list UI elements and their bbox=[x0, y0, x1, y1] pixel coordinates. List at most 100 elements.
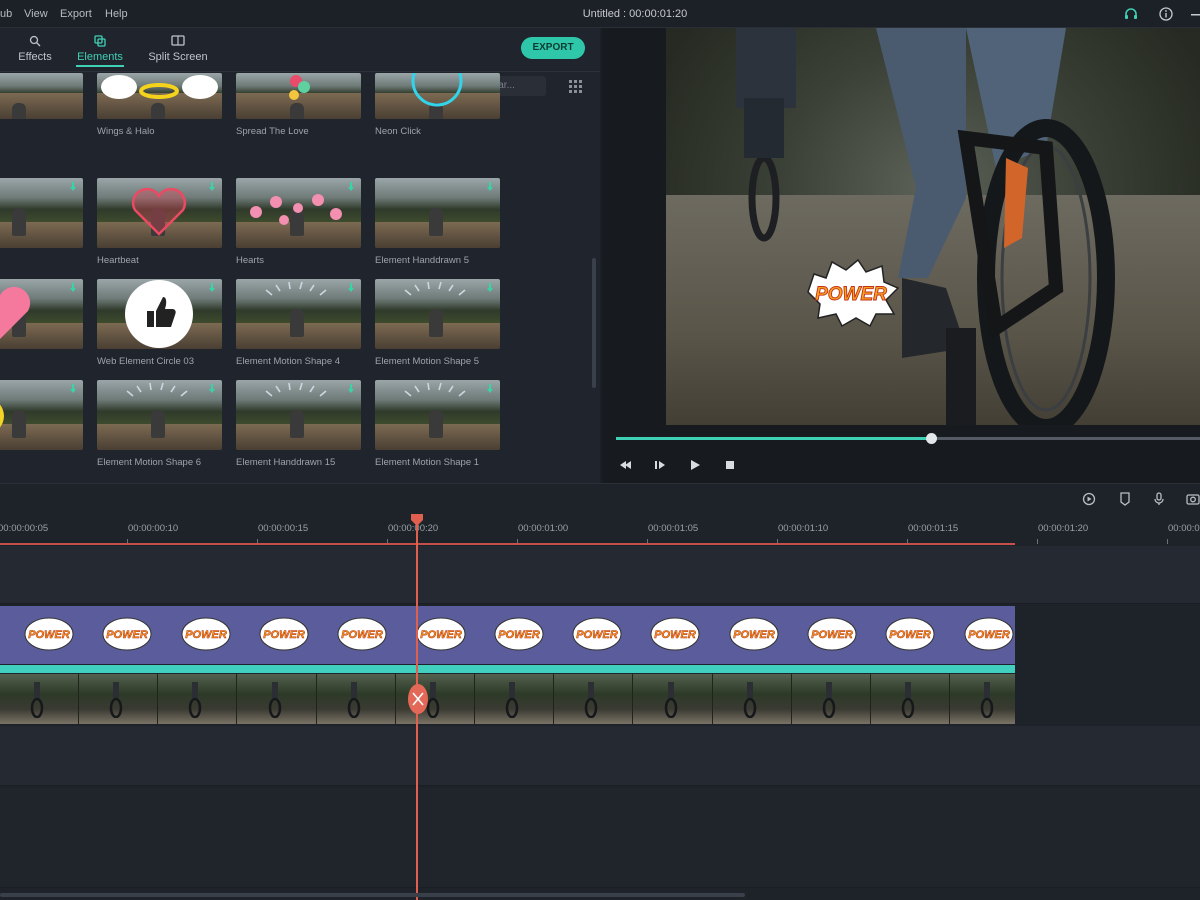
play-icon[interactable] bbox=[689, 459, 701, 471]
download-icon[interactable] bbox=[208, 283, 216, 293]
info-icon[interactable] bbox=[1159, 7, 1173, 21]
video-frame bbox=[713, 674, 792, 724]
download-icon[interactable] bbox=[347, 182, 355, 192]
microphone-icon[interactable] bbox=[1152, 492, 1166, 506]
element-thumbnail[interactable] bbox=[375, 178, 500, 248]
download-icon[interactable] bbox=[347, 384, 355, 394]
frame-rider bbox=[664, 682, 677, 718]
power-sticker-frame-text: POWER bbox=[420, 629, 462, 641]
work-area-line bbox=[0, 543, 1015, 545]
headset-icon[interactable] bbox=[1124, 7, 1138, 21]
menu-export[interactable]: Export bbox=[60, 8, 92, 20]
element-caption: Heartbeat bbox=[97, 255, 139, 266]
element-overlay bbox=[265, 382, 327, 397]
playhead-handle[interactable] bbox=[411, 514, 423, 526]
rewind-icon[interactable] bbox=[620, 459, 632, 471]
element-thumbnail[interactable] bbox=[236, 380, 361, 450]
timeline-panel: 00:00:00:05 00:00:00:10 00:00:00:15 00:00:0… bbox=[0, 483, 1200, 900]
panel-tabs: Effects Elements Split Screen EXPORT bbox=[0, 28, 600, 72]
frame-rider bbox=[585, 682, 598, 718]
element-thumbnail[interactable] bbox=[0, 279, 83, 349]
power-sticker-frame: POWER bbox=[964, 617, 1014, 651]
element-thumbnail[interactable] bbox=[236, 279, 361, 349]
tab-split-screen[interactable]: Split Screen bbox=[138, 33, 218, 67]
download-icon[interactable] bbox=[347, 283, 355, 293]
power-sticker-frame-text: POWER bbox=[263, 629, 305, 641]
video-frame bbox=[475, 674, 555, 724]
timecode-label: 00:00:01:20 bbox=[1038, 523, 1089, 534]
power-sticker[interactable]: POWER bbox=[802, 256, 900, 328]
power-sticker-frame-text: POWER bbox=[28, 629, 70, 641]
download-icon[interactable] bbox=[486, 283, 494, 293]
element-thumbnail[interactable] bbox=[97, 279, 222, 349]
element-caption: Neon Click bbox=[375, 126, 421, 137]
download-icon[interactable] bbox=[69, 384, 77, 394]
download-icon[interactable] bbox=[208, 384, 216, 394]
element-overlay bbox=[101, 75, 218, 99]
preview-progress-knob[interactable] bbox=[926, 433, 938, 444]
frame-rider bbox=[822, 682, 836, 718]
element-thumbnail[interactable] bbox=[375, 73, 500, 119]
preview-progress-bar[interactable] bbox=[616, 433, 1200, 444]
track-empty-bottom bbox=[0, 788, 1200, 888]
element-thumbnail[interactable] bbox=[0, 178, 83, 248]
marker-icon[interactable] bbox=[1118, 492, 1132, 506]
element-thumbnail[interactable] bbox=[97, 178, 222, 248]
timecode-label: 00:00:00:05 bbox=[0, 523, 49, 534]
timeline-scrollbar[interactable] bbox=[0, 893, 745, 897]
element-overlay bbox=[250, 194, 342, 225]
timeline-ruler[interactable]: 00:00:00:05 00:00:00:10 00:00:00:15 00:00:0… bbox=[0, 514, 1200, 544]
element-overlay bbox=[131, 187, 187, 236]
video-frame bbox=[871, 674, 951, 724]
element-overlay bbox=[126, 382, 188, 397]
timecode-label: 00:00:02:0 bbox=[1168, 523, 1200, 534]
download-icon[interactable] bbox=[208, 182, 216, 192]
stop-icon[interactable] bbox=[724, 459, 736, 471]
element-overlay bbox=[411, 73, 463, 107]
element-thumbnail[interactable] bbox=[236, 178, 361, 248]
power-sticker-text: POWER bbox=[815, 284, 887, 305]
frame-rider bbox=[901, 682, 915, 718]
video-frame bbox=[950, 674, 1015, 724]
menu-help[interactable]: Help bbox=[105, 8, 128, 20]
video-frame bbox=[792, 674, 871, 724]
power-sticker-frame: POWER bbox=[24, 617, 74, 651]
power-sticker-frame-text: POWER bbox=[811, 629, 853, 641]
element-thumbnail[interactable] bbox=[375, 279, 500, 349]
video-frame bbox=[317, 674, 396, 724]
elements-icon bbox=[94, 35, 106, 47]
grid-view-icon[interactable] bbox=[569, 80, 582, 93]
elements-scrollbar[interactable] bbox=[592, 258, 596, 388]
menu-file[interactable]: ub bbox=[0, 8, 12, 20]
minimize-icon[interactable] bbox=[1190, 7, 1200, 21]
power-sticker-frame: POWER bbox=[102, 617, 152, 651]
power-sticker-frame: POWER bbox=[181, 617, 231, 651]
element-thumbnail[interactable] bbox=[97, 73, 222, 119]
element-thumbnail[interactable] bbox=[375, 380, 500, 450]
element-thumbnail[interactable] bbox=[0, 73, 83, 119]
tab-elements[interactable]: Elements bbox=[60, 33, 140, 67]
element-overlay bbox=[404, 382, 466, 397]
download-icon[interactable] bbox=[486, 384, 494, 394]
menu-view[interactable]: View bbox=[24, 8, 48, 20]
element-thumbnail[interactable] bbox=[97, 380, 222, 450]
download-icon[interactable] bbox=[69, 182, 77, 192]
export-button[interactable]: EXPORT bbox=[521, 37, 585, 59]
video-frame bbox=[554, 674, 634, 724]
frame-rider bbox=[743, 682, 757, 718]
download-icon[interactable] bbox=[486, 182, 494, 192]
frame-rider bbox=[268, 682, 281, 718]
elements-track-clip[interactable]: POWER POWER POWER POWER POWER POWER POWER POWER… bbox=[0, 606, 1015, 664]
snapshot-icon[interactable] bbox=[1186, 492, 1200, 506]
split-marker[interactable] bbox=[407, 682, 429, 716]
power-sticker-frame: POWER bbox=[807, 617, 857, 651]
element-caption: Element Motion Shape 5 bbox=[375, 356, 480, 367]
step-forward-icon[interactable] bbox=[654, 459, 666, 471]
video-track-clip[interactable] bbox=[0, 674, 1015, 724]
element-thumbnail[interactable] bbox=[236, 73, 361, 119]
window-title: Untitled : 00:00:01:20 bbox=[582, 8, 688, 20]
element-thumbnail[interactable] bbox=[0, 380, 83, 450]
render-icon[interactable] bbox=[1082, 492, 1096, 506]
preview-video[interactable]: POWER bbox=[666, 28, 1200, 425]
download-icon[interactable] bbox=[69, 283, 77, 293]
